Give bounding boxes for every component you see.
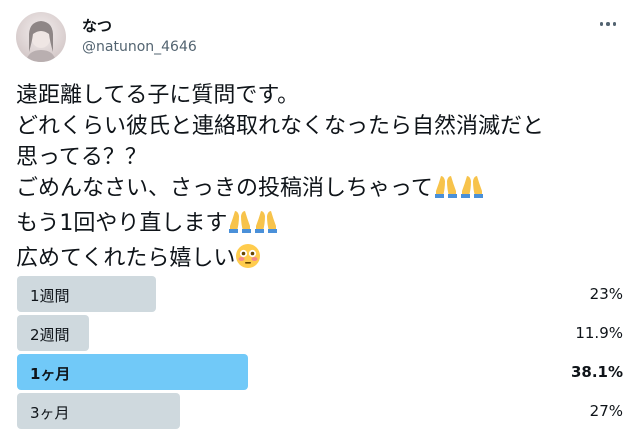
poll-option-percent: 11.9% [575,324,623,342]
folded-hands-emoji [459,173,485,208]
tweet-line: 遠距離してる子に質問です。 [16,83,300,108]
poll: 1週間 23% 2週間 11.9% 1ヶ月 38.1% 3ヶ月 27% [17,276,627,432]
folded-hands-emoji [253,208,279,243]
flushed-face-emoji [235,243,261,278]
folded-hands-emoji [227,208,253,243]
tweet-line: 思ってる？？ [16,145,147,170]
more-options-icon[interactable] [596,18,620,30]
dot [599,22,604,26]
poll-option-label: 1ヶ月 [30,365,71,383]
tweet-line-text: もう1回やり直します [16,211,228,236]
poll-option[interactable]: 2週間 11.9% [17,315,627,351]
user-handle[interactable]: @natunon_4646 [82,39,197,55]
tweet-line: もう1回やり直します [16,208,626,243]
poll-option-percent: 38.1% [570,363,623,381]
dot [606,22,610,26]
dot [612,22,617,26]
poll-option[interactable]: 1週間 23% [17,276,627,312]
display-name[interactable]: なつ [82,15,112,36]
tweet-text: 遠距離してる子に質問です。 どれくらい彼氏と連絡取れなくなったら自然消滅だと 思… [16,80,626,278]
tweet-line: 広めてくれたら嬉しい [16,243,626,278]
poll-option-label: 1週間 [30,287,70,305]
poll-option-label: 2週間 [30,326,70,344]
folded-hands-emoji [433,173,459,208]
poll-option-percent: 27% [589,402,623,420]
tweet-line-text: 広めてくれたら嬉しい [16,246,236,271]
poll-option-percent: 23% [589,285,623,303]
avatar[interactable] [16,12,66,62]
tweet-line: どれくらい彼氏と連絡取れなくなったら自然消滅だと [16,114,545,139]
tweet-line: ごめんなさい、さっきの投稿消しちゃって [16,173,626,208]
poll-option[interactable]: 3ヶ月 27% [17,393,627,429]
poll-option-winner[interactable]: 1ヶ月 38.1% [17,354,627,390]
tweet-line-text: ごめんなさい、さっきの投稿消しちゃって [16,176,433,201]
poll-option-label: 3ヶ月 [30,404,70,422]
